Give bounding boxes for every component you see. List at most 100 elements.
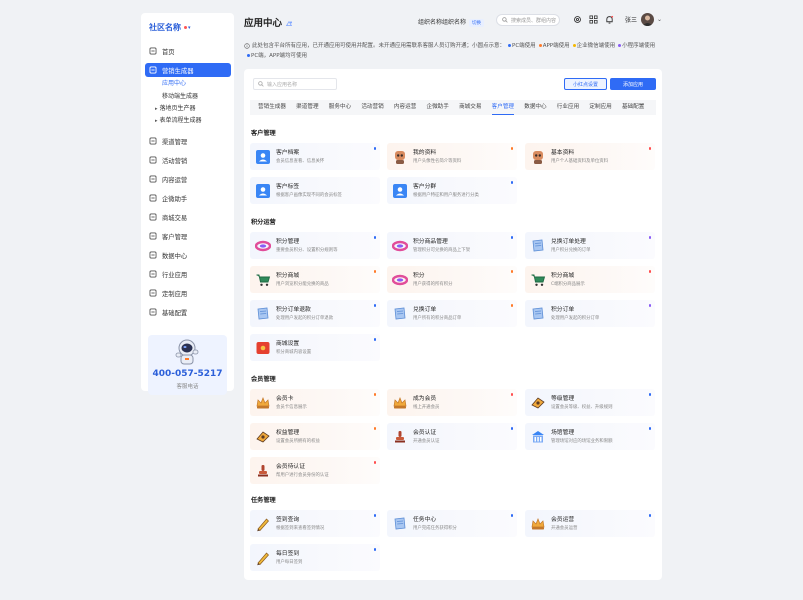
sidebar-item-7[interactable]: 商城交易 bbox=[149, 210, 187, 224]
robot-avatar-icon bbox=[392, 149, 408, 165]
tab-7[interactable]: 商城交易 bbox=[459, 100, 481, 115]
legend-label: PC端，APP端均可使用 bbox=[251, 53, 308, 59]
app-card-desc: 根据用户特征和用户服务进行分类 bbox=[413, 192, 479, 198]
sidebar-item-3[interactable]: 渠道管理 bbox=[149, 134, 187, 148]
tab-12[interactable]: 基础配置 bbox=[622, 100, 644, 115]
app-card-text: 积分订单退款 处理用户发起的积分订单退款 bbox=[276, 306, 333, 322]
app-card[interactable]: 客户分群 根据用户特征和用户服务进行分类 bbox=[387, 177, 517, 204]
sidebar-item-2[interactable]: 营销生成器 bbox=[145, 63, 231, 77]
app-card[interactable]: 积分商城 C端积分商品展示 bbox=[525, 266, 655, 293]
user-menu[interactable]: 张三 ⌄ bbox=[625, 13, 662, 26]
app-card[interactable]: 我的资料 用户头像性名简介等资料 bbox=[387, 143, 517, 170]
profile-card-icon bbox=[255, 183, 271, 199]
top-icons bbox=[573, 15, 614, 24]
app-card[interactable]: 会员卡 会员卡信息展示 bbox=[250, 389, 380, 416]
bell-icon[interactable] bbox=[605, 15, 614, 24]
legend-label: APP端使用 bbox=[542, 43, 570, 49]
app-card-title: 客户档案 bbox=[276, 149, 300, 156]
tab-1[interactable]: 营销生成器 bbox=[258, 100, 286, 115]
app-card[interactable]: 客户档案 会员信息查看、信息关怀 bbox=[250, 143, 380, 170]
platform-dot bbox=[373, 548, 376, 551]
app-card[interactable]: 每日签到 用户每日签到 bbox=[250, 544, 380, 571]
tab-8[interactable]: 客户管理 bbox=[491, 100, 515, 115]
app-card[interactable]: 会员认证 开通会员认证 bbox=[387, 423, 517, 450]
sidebar-subitem-1[interactable]: 应用中心 bbox=[162, 78, 186, 87]
help-phone[interactable]: 400-057-5217 bbox=[148, 369, 227, 379]
app-card[interactable]: 积分订单退款 处理用户发起的积分订单退款 bbox=[250, 300, 380, 327]
tab-11[interactable]: 定制应用 bbox=[589, 100, 611, 115]
app-card[interactable]: 任务中心 用户完成任务获得积分 bbox=[387, 510, 517, 537]
app-card[interactable]: 成为会员 线上开通会员 bbox=[387, 389, 517, 416]
sidebar-item-11[interactable]: 定制应用 bbox=[149, 286, 187, 300]
sidebar-item-6[interactable]: 企微助手 bbox=[149, 191, 187, 205]
mini-dot-settings-button[interactable]: 小红点设置 bbox=[564, 78, 607, 90]
app-search-input[interactable]: 输入应用名称 bbox=[253, 78, 337, 90]
tab-10[interactable]: 行业应用 bbox=[557, 100, 579, 115]
platform-dot bbox=[373, 270, 376, 273]
red-box-icon bbox=[255, 340, 271, 356]
sidebar-subitem-4[interactable]: 表单流程生成器 bbox=[155, 115, 202, 124]
app-card[interactable]: 等级管理 设置会员等级、权益、升级规则 bbox=[525, 389, 655, 416]
app-card-desc: C端积分商品展示 bbox=[551, 281, 585, 287]
app-card[interactable]: 积分商城 用户浏览积分能兑换的商品 bbox=[250, 266, 380, 293]
tab-6[interactable]: 企微助手 bbox=[426, 100, 448, 115]
org-badge[interactable]: 切换 bbox=[469, 18, 485, 27]
tab-4[interactable]: 活动营销 bbox=[361, 100, 383, 115]
sidebar-item-12[interactable]: 基础配置 bbox=[149, 305, 187, 319]
app-card-title: 商城设置 bbox=[276, 340, 300, 347]
sidebar-item-1[interactable]: 首页 bbox=[149, 44, 175, 58]
sidebar-item-label: 活动营销 bbox=[162, 157, 188, 165]
app-card-title: 会员卡 bbox=[276, 395, 294, 402]
sidebar-item-8[interactable]: 客户管理 bbox=[149, 229, 187, 243]
app-card-desc: 开通会员运营 bbox=[551, 525, 578, 531]
notice-text: 此处包含平台所有应用，已开通应用可使用并配置。未开通应用需联系客服人员订购开通；… bbox=[252, 43, 506, 49]
add-app-button[interactable]: 添加应用 bbox=[610, 78, 656, 90]
sidebar-item-5[interactable]: 内容运营 bbox=[149, 172, 187, 186]
app-card[interactable]: 积分 用户获得的所有积分 bbox=[387, 266, 517, 293]
tab-3[interactable]: 服务中心 bbox=[329, 100, 351, 115]
platform-dot bbox=[648, 393, 651, 396]
platform-dot bbox=[373, 514, 376, 517]
tab-2[interactable]: 渠道管理 bbox=[296, 100, 318, 115]
app-card[interactable]: 商城设置 积分商城内容设置 bbox=[250, 334, 380, 361]
activity-icon bbox=[149, 156, 157, 164]
sidebar-item-10[interactable]: 行业应用 bbox=[149, 267, 187, 281]
app-card-desc: 设置会员等级、权益、升级规则 bbox=[551, 404, 613, 410]
app-card-desc: 用户浏览积分能兑换的商品 bbox=[276, 281, 329, 287]
brand-name: 社区名称 bbox=[149, 23, 181, 32]
app-card[interactable]: 积分管理 重要会员积分、设置积分规则等 bbox=[250, 232, 380, 259]
sidebar-subitem-2[interactable]: 移动端生成器 bbox=[162, 91, 198, 100]
app-card-text: 积分商品管理 管理积分可兑换的商品上下架 bbox=[413, 238, 470, 254]
app-card-title: 积分商品管理 bbox=[413, 238, 448, 245]
sidebar-subitem-3[interactable]: 落地页生产器 bbox=[155, 103, 196, 112]
app-card[interactable]: 兑换订单 用户所有的积分商品订单 bbox=[387, 300, 517, 327]
platform-dot bbox=[373, 147, 376, 150]
grid-icon[interactable] bbox=[589, 15, 598, 24]
app-card-text: 每日签到 用户每日签到 bbox=[276, 550, 302, 566]
app-card[interactable]: 客户标签 根据客户画像实现不同的会员标签 bbox=[250, 177, 380, 204]
app-card[interactable]: 签到查询 根据签到来查看签到情况 bbox=[250, 510, 380, 537]
sidebar-item-4[interactable]: 活动营销 bbox=[149, 153, 187, 167]
app-card[interactable]: 会员待认证 帮用户进行会员身份的认证 bbox=[250, 457, 380, 484]
app-card[interactable]: 会员运营 开通会员运营 bbox=[525, 510, 655, 537]
app-card[interactable]: 兑换订单处理 用户积分兑换的订单 bbox=[525, 232, 655, 259]
app-card-desc: 根据签到来查看签到情况 bbox=[276, 525, 325, 531]
app-card-text: 场馆管理 管理场馆对应的场馆业务和限额 bbox=[551, 429, 612, 445]
tab-5[interactable]: 内容运营 bbox=[394, 100, 416, 115]
app-card[interactable]: 积分商品管理 管理积分可兑换的商品上下架 bbox=[387, 232, 517, 259]
app-card[interactable]: 权益管理 设置会员所拥有的权益 bbox=[250, 423, 380, 450]
legend-label: 企业微信端使用 bbox=[576, 43, 616, 49]
app-card[interactable]: 积分订单 处理用户发起的积分订单 bbox=[525, 300, 655, 327]
stamp-icon bbox=[255, 463, 271, 479]
sidebar-item-9[interactable]: 数据中心 bbox=[149, 248, 187, 262]
brand[interactable]: 社区名称 ▾ bbox=[149, 22, 191, 33]
org-switcher[interactable]: 组织名称组织名称 切换 bbox=[418, 17, 485, 27]
app-card-desc: 用户获得的所有积分 bbox=[413, 281, 453, 287]
global-search-input[interactable]: 搜索成员、群组内容 bbox=[496, 14, 560, 26]
tab-9[interactable]: 数据中心 bbox=[524, 100, 546, 115]
gear-icon[interactable] bbox=[573, 15, 582, 24]
app-card[interactable]: 基本资料 用户个人基础资料及单位资料 bbox=[525, 143, 655, 170]
app-card[interactable]: 场馆管理 管理场馆对应的场馆业务和限额 bbox=[525, 423, 655, 450]
section-title: 客户管理 bbox=[251, 130, 276, 137]
sidebar-item-label: 行业应用 bbox=[162, 271, 188, 279]
